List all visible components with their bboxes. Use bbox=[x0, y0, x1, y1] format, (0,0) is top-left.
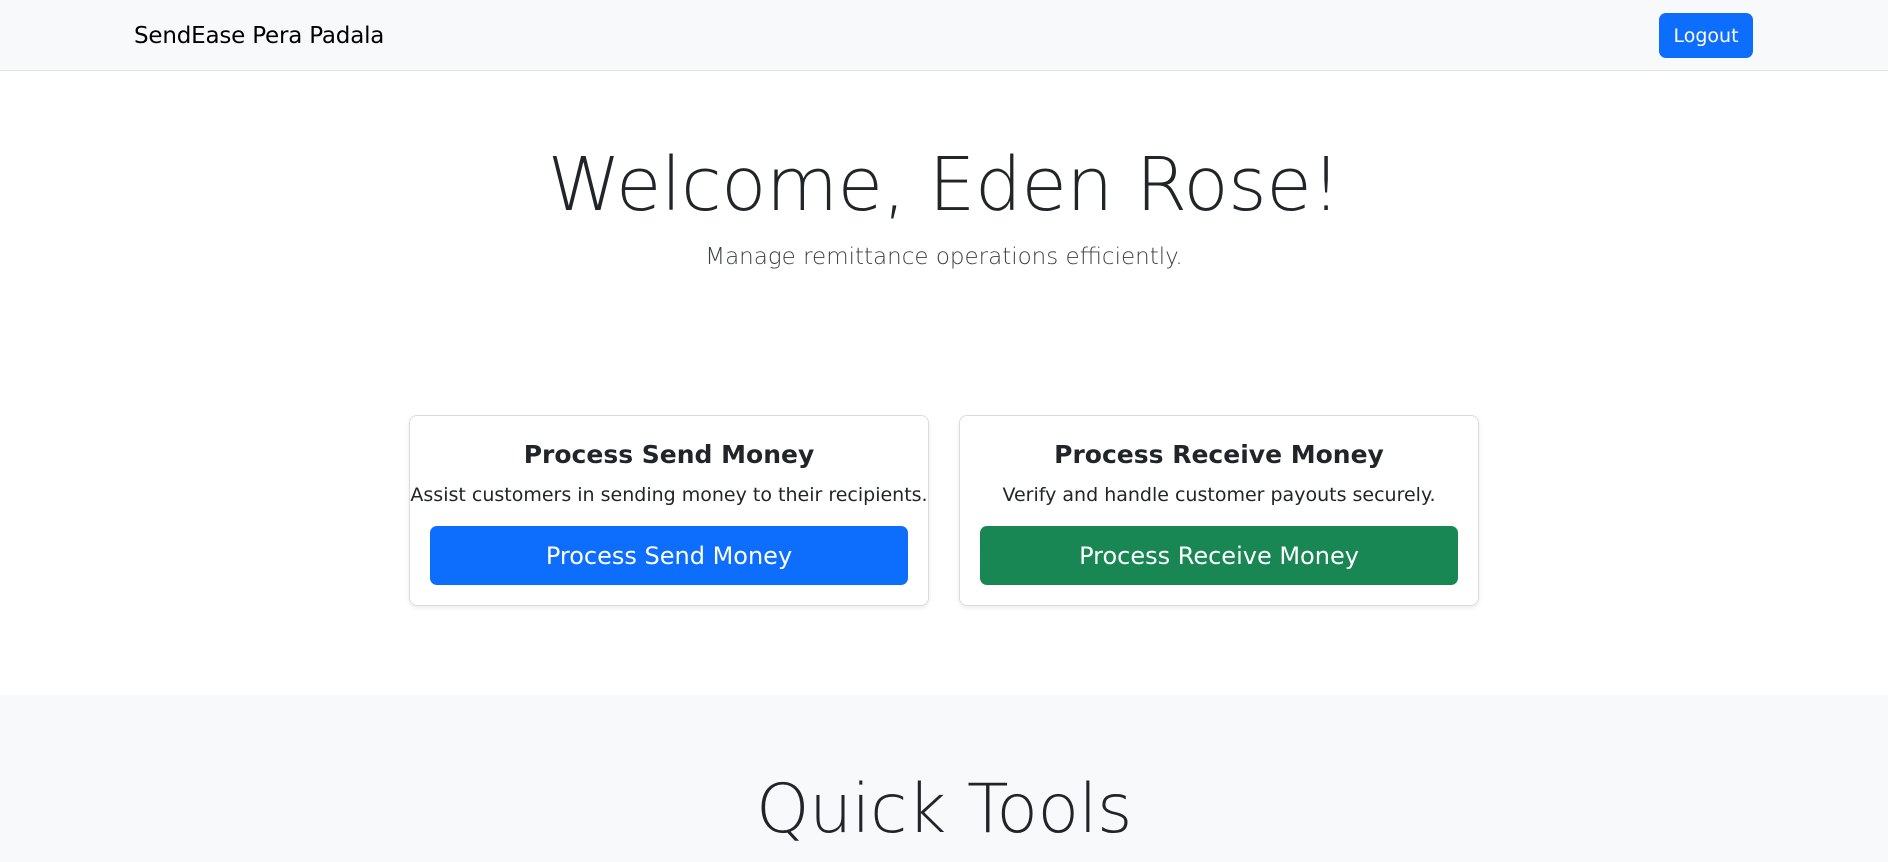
process-receive-money-button[interactable]: Process Receive Money bbox=[980, 526, 1458, 585]
process-send-money-button[interactable]: Process Send Money bbox=[430, 526, 908, 585]
welcome-heading: Welcome, Eden Rose! bbox=[547, 142, 1341, 228]
brand-link[interactable]: SendEase Pera Padala bbox=[134, 20, 384, 52]
receive-money-card-title: Process Receive Money bbox=[1054, 440, 1384, 469]
receive-money-card: Process Receive Money Verify and handle … bbox=[959, 415, 1479, 606]
send-money-card: Process Send Money Assist customers in s… bbox=[409, 415, 929, 606]
send-money-card-title: Process Send Money bbox=[523, 440, 815, 469]
logout-button[interactable]: Logout bbox=[1659, 13, 1753, 58]
send-money-card-description: Assist customers in sending money to the… bbox=[410, 484, 928, 506]
top-navbar: SendEase Pera Padala Logout bbox=[0, 0, 1888, 71]
welcome-subtitle: Manage remittance operations efficiently… bbox=[705, 244, 1183, 270]
quick-tools-heading: Quick Tools bbox=[756, 770, 1132, 849]
receive-money-card-description: Verify and handle customer payouts secur… bbox=[1002, 484, 1436, 506]
quick-tools-section: Quick Tools bbox=[0, 695, 1888, 862]
